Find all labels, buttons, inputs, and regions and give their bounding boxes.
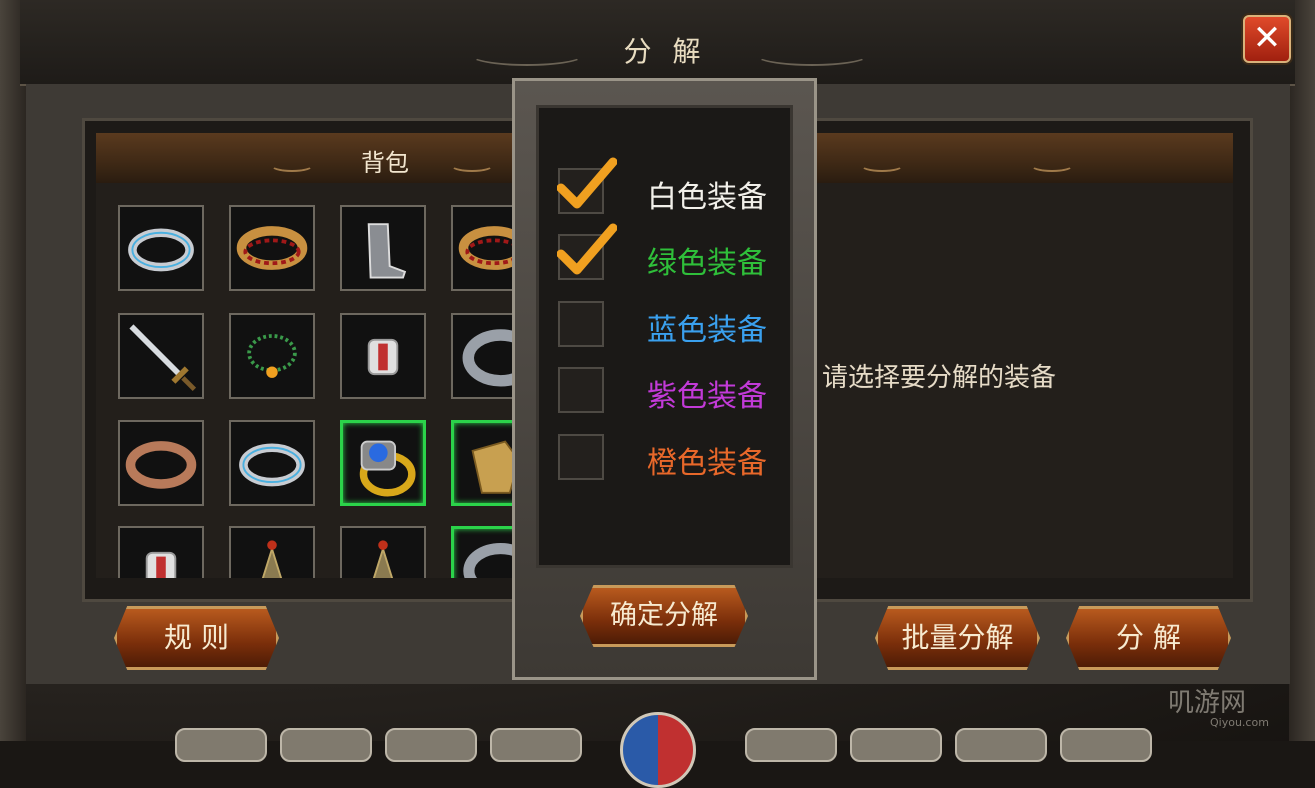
inventory-slot[interactable]	[118, 420, 204, 506]
inventory-slot[interactable]	[340, 420, 426, 506]
inventory-slot[interactable]	[340, 313, 426, 399]
bell-icon	[231, 528, 313, 578]
silver-ring-icon	[120, 207, 202, 289]
batch-decompose-button[interactable]: 批量分解	[875, 606, 1040, 670]
filter-checkbox[interactable]	[558, 434, 604, 480]
watermark-sub: Qiyou.com	[1210, 716, 1269, 729]
filter-option[interactable]: 橙色装备	[539, 428, 790, 488]
window-title: 分 解	[623, 35, 707, 68]
filter-option[interactable]: 蓝色装备	[539, 295, 790, 355]
checkmark-icon	[556, 156, 618, 212]
bronze-ring-icon	[120, 422, 202, 504]
silver-ring-icon	[231, 422, 313, 504]
rules-button[interactable]: 规 则	[114, 606, 279, 670]
filter-checkbox[interactable]	[558, 301, 604, 347]
jeweled-bracelet-icon	[231, 207, 313, 289]
close-button[interactable]: ✕	[1243, 15, 1291, 63]
header-ornament-icon	[860, 158, 904, 172]
title-ornament-right	[755, 44, 869, 66]
filter-option[interactable]: 紫色装备	[539, 361, 790, 421]
bag-title: 背包	[361, 149, 409, 177]
inventory-slot[interactable]	[229, 313, 315, 399]
inventory-slot[interactable]	[118, 313, 204, 399]
bottom-slot[interactable]	[385, 728, 477, 762]
right-frame-border	[1289, 0, 1315, 741]
inventory-slot[interactable]	[340, 526, 426, 578]
filter-checkbox[interactable]	[558, 367, 604, 413]
checkmark-icon	[556, 222, 618, 278]
white-bracer-icon	[120, 528, 202, 578]
filter-option[interactable]: 绿色装备	[539, 223, 790, 288]
inventory-slot[interactable]	[118, 526, 204, 578]
bottom-slot[interactable]	[490, 728, 582, 762]
header-ornament-icon	[450, 158, 494, 172]
bottom-slot[interactable]	[850, 728, 942, 762]
filter-label: 绿色装备	[647, 246, 767, 281]
sapphire-ring-icon	[343, 423, 423, 503]
bottom-slot[interactable]	[1060, 728, 1152, 762]
decompose-button[interactable]: 分 解	[1066, 606, 1231, 670]
inventory-slot[interactable]	[340, 205, 426, 291]
bottom-slot[interactable]	[175, 728, 267, 762]
inventory-slot[interactable]	[229, 205, 315, 291]
bead-necklace-icon	[231, 315, 313, 397]
filter-option[interactable]: 白色装备	[539, 157, 790, 222]
iron-boots-icon	[342, 207, 424, 289]
inventory-slot[interactable]	[118, 205, 204, 291]
bell-icon	[342, 528, 424, 578]
filter-label: 蓝色装备	[647, 313, 767, 348]
white-bracer-icon	[342, 315, 424, 397]
inventory-slot[interactable]	[229, 526, 315, 578]
header-ornament-icon	[1030, 158, 1074, 172]
filter-label: 紫色装备	[647, 379, 767, 414]
header-ornament-icon	[270, 158, 314, 172]
filter-label: 白色装备	[647, 180, 767, 215]
left-frame-border	[0, 0, 26, 741]
watermark: 叽游网	[1168, 688, 1247, 718]
bottom-slot[interactable]	[955, 728, 1047, 762]
hint-text: 请选择要分解的装备	[822, 363, 1057, 393]
bottom-slot[interactable]	[280, 728, 372, 762]
filter-list: 白色装备绿色装备蓝色装备紫色装备橙色装备	[536, 105, 793, 568]
filter-label: 橙色装备	[647, 446, 767, 481]
dagger-icon	[120, 315, 202, 397]
confirm-decompose-button[interactable]: 确定分解	[580, 585, 748, 647]
bottom-slot[interactable]	[745, 728, 837, 762]
inventory-slot[interactable]	[229, 420, 315, 506]
center-emblem-icon[interactable]	[620, 712, 696, 788]
